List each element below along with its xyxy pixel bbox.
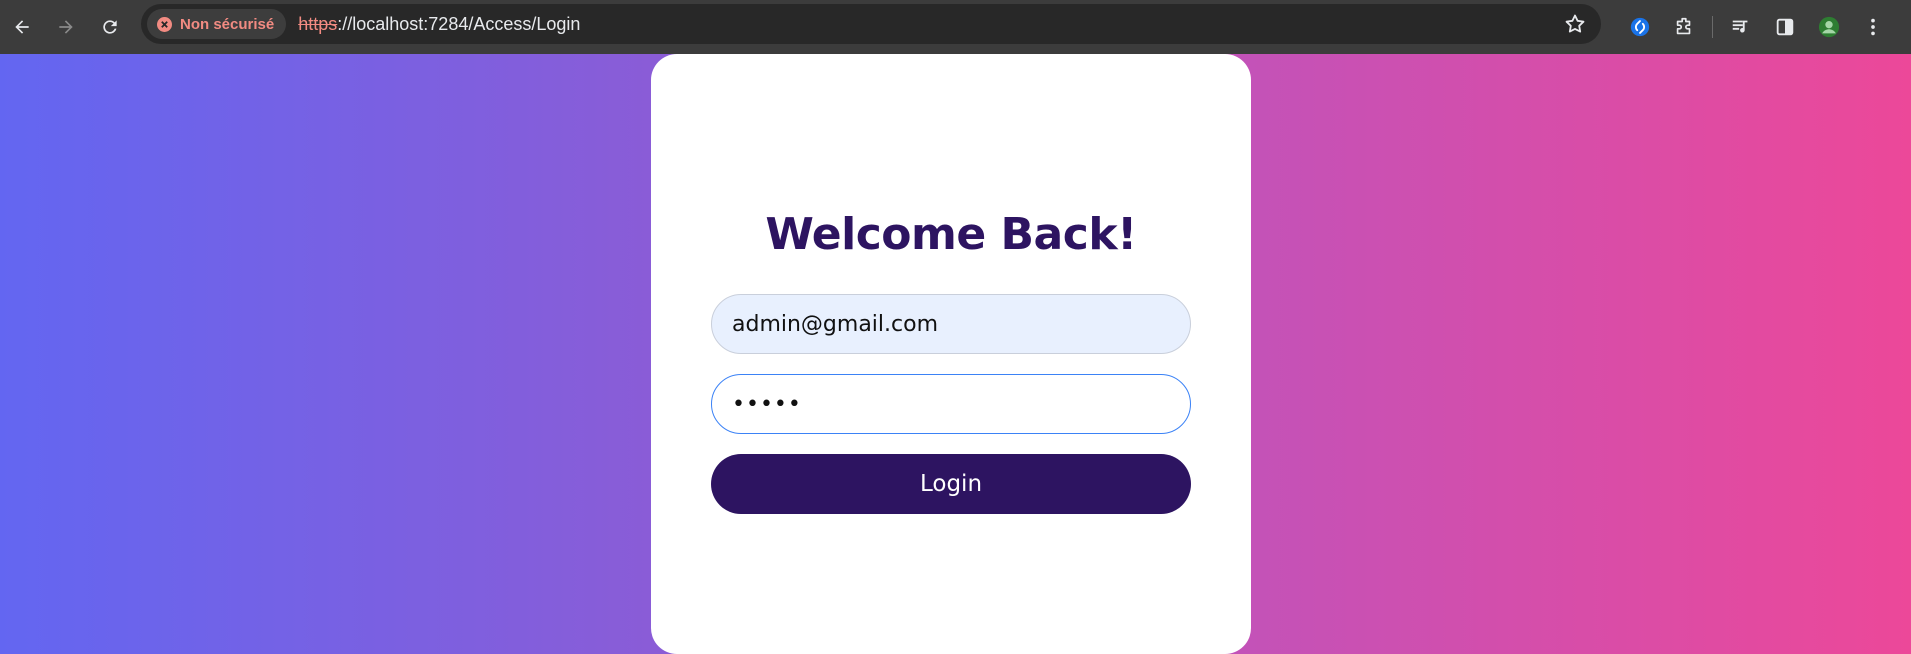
not-secure-icon: [157, 16, 172, 32]
side-panel-icon: [1776, 18, 1794, 36]
forward-icon: [59, 20, 73, 34]
profile-avatar-icon: [1818, 16, 1840, 38]
profile-button[interactable]: [1807, 5, 1851, 49]
media-controls-icon: [1732, 20, 1748, 33]
back-icon: [15, 20, 29, 34]
reload-icon: [103, 20, 117, 34]
menu-icon: [1871, 18, 1875, 36]
security-label: Non sécurisé: [180, 15, 275, 33]
side-panel-button[interactable]: [1763, 5, 1807, 49]
reload-button[interactable]: [88, 5, 132, 49]
extensions-button[interactable]: [1662, 5, 1706, 49]
star-icon[interactable]: [1563, 12, 1587, 36]
page-title: Welcome Back!: [765, 209, 1137, 260]
menu-button[interactable]: [1851, 5, 1895, 49]
media-controls-button[interactable]: [1719, 5, 1763, 49]
shazam-extension-button[interactable]: [1618, 5, 1662, 49]
security-indicator[interactable]: Non sécurisé: [147, 9, 287, 39]
email-field[interactable]: [711, 294, 1191, 354]
forward-button[interactable]: [44, 5, 88, 49]
browser-toolbar: Non sécurisé https://localhost:7284/Acce…: [0, 0, 1911, 54]
address-bar[interactable]: Non sécurisé https://localhost:7284/Acce…: [141, 4, 1601, 44]
login-button[interactable]: Login: [711, 454, 1191, 514]
login-card: Welcome Back! Login: [651, 54, 1251, 654]
extensions-icon: [1676, 17, 1691, 35]
url-text[interactable]: https://localhost:7284/Access/Login: [298, 14, 580, 35]
page-background: Welcome Back! Login: [0, 54, 1911, 654]
back-button[interactable]: [0, 5, 44, 49]
url-path: ://localhost:7284/Access/Login: [337, 13, 581, 34]
toolbar-actions: [1618, 0, 1895, 54]
toolbar-divider: [1712, 16, 1713, 38]
password-field[interactable]: [711, 374, 1191, 434]
shazam-extension-icon: [1630, 17, 1650, 37]
url-scheme: https: [298, 13, 338, 34]
